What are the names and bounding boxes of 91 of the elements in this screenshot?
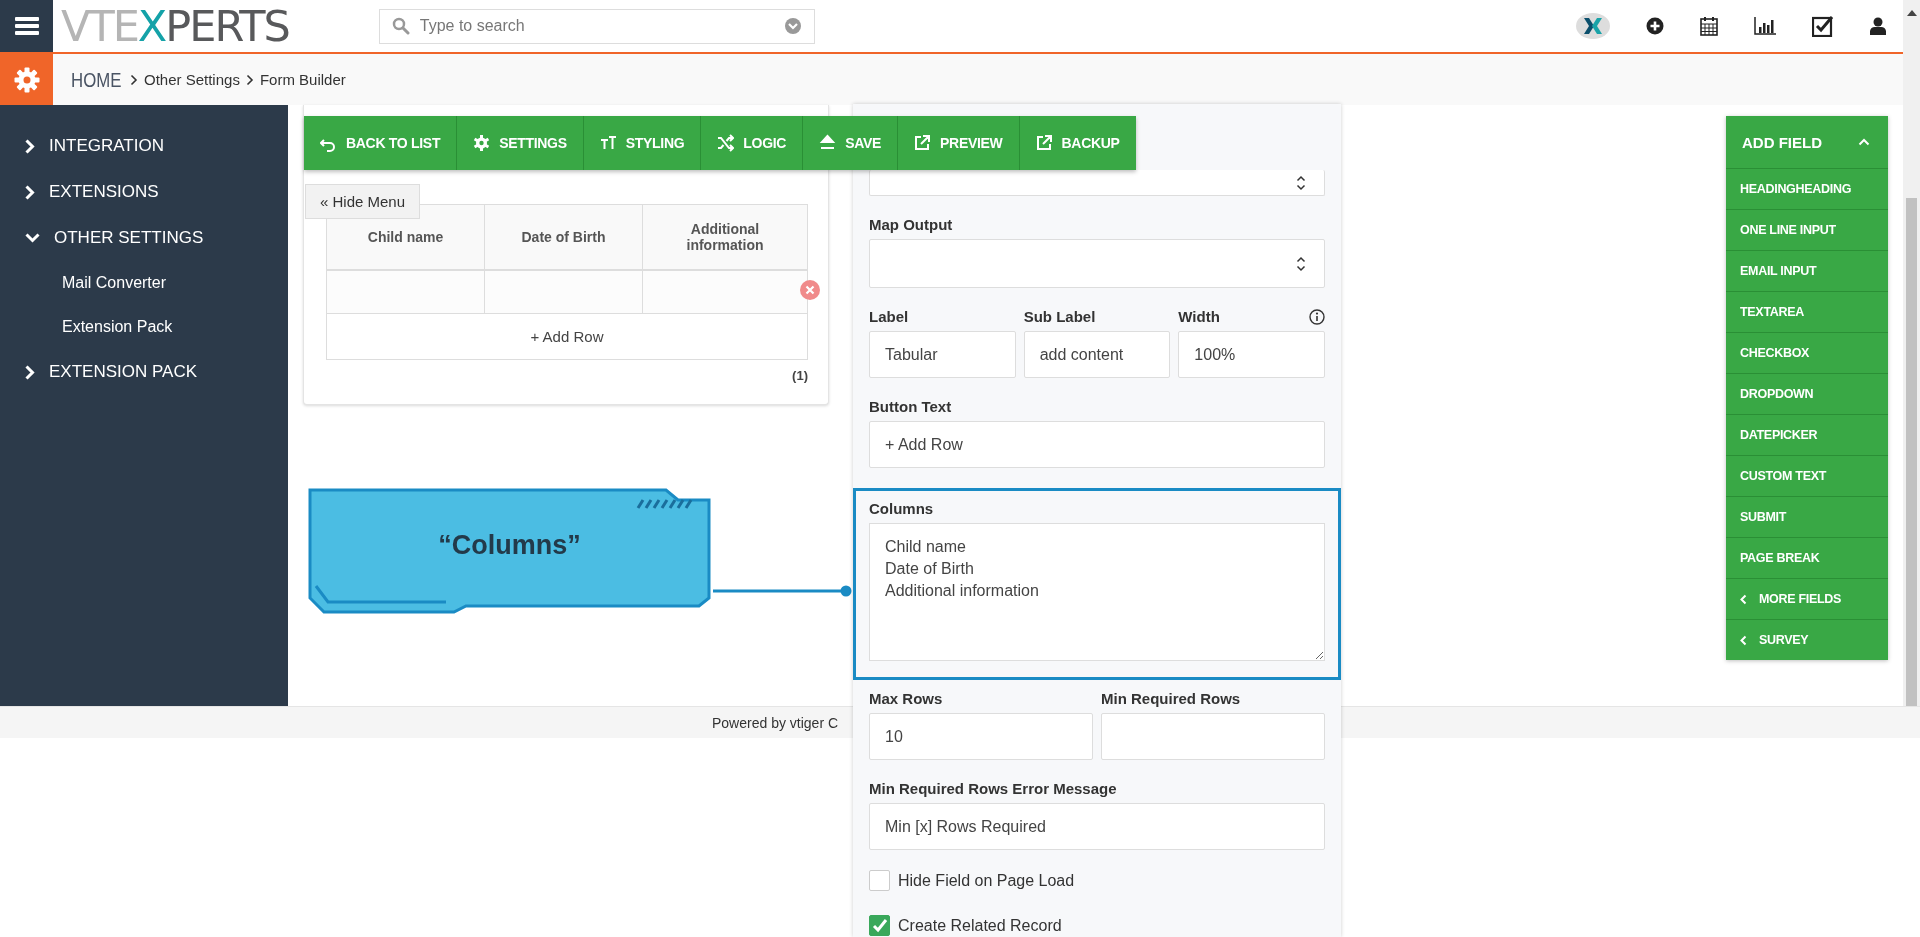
hide-menu-button[interactable]: « Hide Menu xyxy=(305,184,421,219)
add-field-item[interactable]: TEXTAREA xyxy=(1726,292,1888,333)
x-logo-icon[interactable] xyxy=(1576,13,1610,39)
search-icon xyxy=(391,17,410,35)
select-field[interactable] xyxy=(869,239,1325,288)
field-label: Columns xyxy=(869,500,935,517)
field-label: Min Required Rows Error Message xyxy=(869,780,1118,797)
vtexperts-logo[interactable]: VTEXPERTS xyxy=(61,0,289,52)
field-label: Button Text xyxy=(869,398,953,415)
scrollbar[interactable] xyxy=(1903,0,1920,706)
scroll-up-icon[interactable] xyxy=(1906,10,1917,16)
field-label: Width xyxy=(1178,308,1220,325)
checkbox-label: Create Related Record xyxy=(898,916,1062,935)
sort-icon xyxy=(1296,255,1306,272)
menu-button[interactable] xyxy=(0,0,53,52)
sidebar-item[interactable]: EXTENSION PACK xyxy=(0,349,288,395)
search-field[interactable]: Type to search xyxy=(417,16,776,36)
plus-icon[interactable] xyxy=(1646,17,1664,35)
add-field-item[interactable]: DATEPICKER xyxy=(1726,415,1888,456)
input-field[interactable]: 100% xyxy=(1178,331,1325,378)
dropdown-icon[interactable] xyxy=(783,17,802,35)
chevron-left-icon xyxy=(1740,593,1747,605)
chevron-right-icon xyxy=(25,184,35,200)
add-field-item[interactable]: DROPDOWN xyxy=(1726,374,1888,415)
add-field-item[interactable]: SUBMIT xyxy=(1726,497,1888,538)
shuffle-icon xyxy=(717,134,735,152)
toolbar-button[interactable]: LOGIC xyxy=(701,116,804,170)
toolbar-button[interactable]: BACKUP xyxy=(1019,116,1136,170)
field-label: Map Output xyxy=(869,216,954,233)
select-field[interactable] xyxy=(869,170,1325,196)
input-field[interactable]: add content xyxy=(1023,331,1171,378)
breadcrumb-link[interactable]: Other Settings xyxy=(144,71,240,88)
add-field-item[interactable]: PAGE BREAK xyxy=(1726,538,1888,579)
external-link-icon xyxy=(914,134,932,152)
upload-icon xyxy=(819,134,837,152)
checkbox-icon[interactable] xyxy=(1812,15,1834,37)
breadcrumb-link[interactable]: Form Builder xyxy=(259,71,346,88)
chevron-up-icon xyxy=(1858,138,1870,146)
chevron-right-icon xyxy=(25,364,35,380)
sidebar-item[interactable]: OTHER SETTINGS xyxy=(0,215,288,261)
search-bar[interactable]: Type to search xyxy=(378,8,815,44)
add-field-item[interactable]: CUSTOM TEXT xyxy=(1726,456,1888,497)
checkbox-label: Hide Field on Page Load xyxy=(898,871,1075,890)
toolbar-button[interactable]: SETTINGS xyxy=(457,116,584,170)
field-label: Max Rows xyxy=(869,690,943,707)
toolbar-button[interactable]: STYLING xyxy=(583,116,702,170)
info-icon[interactable] xyxy=(1309,308,1325,325)
add-field-item[interactable]: EMAIL INPUT xyxy=(1726,251,1888,292)
callout-text: “Columns” xyxy=(438,529,581,561)
checkbox[interactable] xyxy=(869,870,890,891)
add-row-button[interactable]: + Add Row xyxy=(327,314,807,359)
sidebar-subitem[interactable]: Mail Converter xyxy=(0,261,288,305)
settings-icon xyxy=(13,66,40,93)
chevron-right-icon xyxy=(130,73,138,86)
bar-chart-icon[interactable] xyxy=(1754,17,1776,35)
input-field[interactable]: Tabular xyxy=(869,331,1016,378)
user-icon[interactable] xyxy=(1870,17,1886,35)
add-field-submenu[interactable]: MORE FIELDS xyxy=(1726,579,1888,620)
footer-text: Powered by vtiger C xyxy=(712,714,839,731)
sidebar-item[interactable]: INTEGRATION xyxy=(0,123,288,169)
external-link-icon xyxy=(1035,134,1053,152)
chevron-right-icon xyxy=(25,138,35,154)
add-field-header[interactable]: ADD FIELD xyxy=(1726,116,1888,169)
menu-icon xyxy=(14,16,39,36)
chevron-left-icon xyxy=(1740,634,1747,646)
add-field-item[interactable]: ONE LINE INPUT xyxy=(1726,210,1888,251)
chevron-down-icon xyxy=(25,233,40,243)
input-field[interactable]: 10 xyxy=(869,713,1093,760)
input-field[interactable]: + Add Row xyxy=(869,421,1325,468)
text-size-icon xyxy=(599,134,617,152)
sort-icon xyxy=(1296,174,1306,191)
add-field-item[interactable]: CHECKBOX xyxy=(1726,333,1888,374)
input-field[interactable]: Min [x] Rows Required xyxy=(869,803,1325,850)
sidebar-subitem[interactable]: Extension Pack xyxy=(0,305,288,349)
field-label: Min Required Rows xyxy=(1101,690,1241,707)
row-counter: (1) xyxy=(791,368,808,383)
sidebar-item[interactable]: EXTENSIONS xyxy=(0,169,288,215)
add-field-submenu[interactable]: SURVEY xyxy=(1726,620,1888,660)
calendar-icon[interactable] xyxy=(1700,16,1718,36)
breadcrumb-link[interactable]: HOME xyxy=(71,67,122,92)
input-field[interactable] xyxy=(1101,713,1325,760)
field-label: Label xyxy=(869,308,909,325)
textarea-field[interactable]: Child name Date of Birth Additional information xyxy=(869,523,1325,661)
checkbox[interactable] xyxy=(869,915,890,936)
chevron-right-icon xyxy=(245,73,254,86)
toolbar-button[interactable]: BACK TO LIST xyxy=(304,116,458,170)
field-label: Sub Label xyxy=(1023,308,1096,325)
column-header: Date of Birth xyxy=(485,205,643,271)
settings-icon xyxy=(473,134,491,152)
add-field-item[interactable]: HEADINGHEADING xyxy=(1726,169,1888,210)
column-header: Additional information xyxy=(643,205,807,271)
